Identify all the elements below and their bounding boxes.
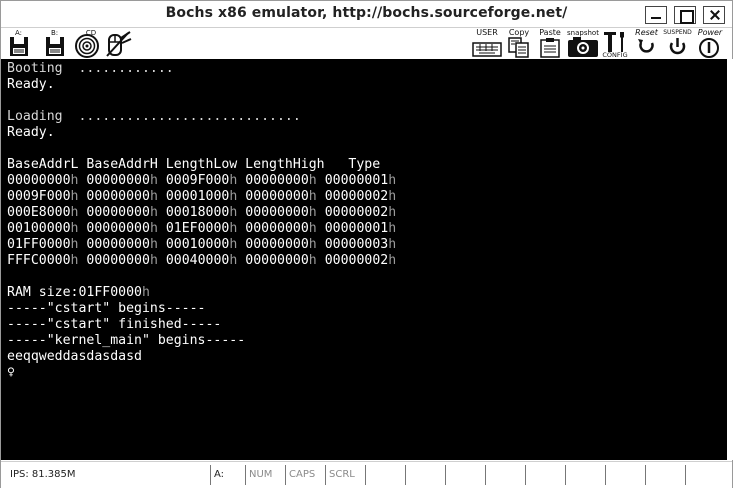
console-line: 0009F000h 00000000h 00001000h 00000000h … <box>7 189 397 204</box>
window-title: Bochs x86 emulator, http://bochs.sourcef… <box>165 5 568 21</box>
close-button[interactable] <box>703 6 725 24</box>
console-line: -----"kernel_main" begins----- <box>7 333 246 348</box>
minimize-icon <box>646 7 666 23</box>
console-line: Loading ............................ <box>7 109 301 124</box>
camera-icon <box>568 37 598 57</box>
floppy-disk-icon <box>46 37 64 56</box>
status-slot-1 <box>365 465 405 485</box>
close-icon <box>704 7 724 23</box>
mouse-icon <box>106 31 132 57</box>
console-line: FFFC0000h 00000000h 00040000h 00000000h … <box>7 253 397 268</box>
console-line: Booting ............ <box>7 61 174 76</box>
copy-icon <box>508 37 529 58</box>
console-line: 00000000h 00000000h 0009F000h 00000000h … <box>7 173 397 188</box>
snapshot-button[interactable]: snapshot <box>565 29 601 59</box>
cdrom-button[interactable]: CD <box>73 29 103 59</box>
console-line: Ready. <box>7 77 55 92</box>
config-button[interactable]: CONFIG <box>601 29 629 59</box>
status-slot-6 <box>565 465 605 485</box>
console-line: Ready. <box>7 125 55 140</box>
power-button[interactable]: Power <box>693 29 727 59</box>
cdrom-disc-icon <box>75 34 99 58</box>
user-button[interactable]: USER <box>470 29 504 59</box>
suspend-icon <box>669 38 686 55</box>
status-slot-2 <box>405 465 445 485</box>
console-line: 000E8000h 00000000h 00018000h 00000000h … <box>7 205 397 220</box>
keyboard-icon <box>472 42 502 57</box>
scroll-lock-indicator: SCRL <box>325 465 365 485</box>
floppy-a-button[interactable]: A: <box>5 29 35 59</box>
status-bar: IPS: 81.385M A: NUM CAPS SCRL <box>1 461 732 488</box>
suspend-button[interactable]: SUSPEND <box>662 29 693 59</box>
console-line: ♀ <box>7 365 15 380</box>
floppy-disk-icon <box>10 37 28 56</box>
console-line: -----"cstart" begins----- <box>7 301 206 316</box>
status-slot-5 <box>525 465 565 485</box>
power-icon <box>699 38 719 58</box>
drive-indicator: A: <box>210 465 246 485</box>
maximize-icon <box>675 7 695 24</box>
bochs-window: Bochs x86 emulator, http://bochs.sourcef… <box>0 0 733 488</box>
copy-button[interactable]: Copy <box>505 29 533 59</box>
status-slot-8 <box>645 465 685 485</box>
mouse-capture-button[interactable] <box>104 29 134 59</box>
console-line: BaseAddrL BaseAddrH LengthLow LengthHigh… <box>7 157 381 172</box>
minimize-button[interactable] <box>645 6 667 24</box>
console-line: 01FF0000h 00000000h 00010000h 00000000h … <box>7 237 397 252</box>
console-line: RAM size:01FF0000h <box>7 285 150 300</box>
status-slot-7 <box>605 465 645 485</box>
ips-indicator: IPS: 81.385M <box>10 469 76 480</box>
console-output: Booting ............ Ready. Loading .....… <box>7 61 396 381</box>
paste-clipboard-icon <box>540 38 560 58</box>
maximize-button[interactable] <box>674 6 696 24</box>
num-lock-indicator: NUM <box>245 465 285 485</box>
paste-button[interactable]: Paste <box>535 29 565 59</box>
toolbar: A: B: CD USER Copy Paste snapshot CONFIG… <box>1 29 732 59</box>
reset-icon <box>638 39 654 53</box>
emulator-display[interactable]: Booting ............ Ready. Loading .....… <box>1 59 727 460</box>
floppy-b-button[interactable]: B: <box>41 29 71 59</box>
caps-lock-indicator: CAPS <box>285 465 325 485</box>
console-line: -----"cstart" finished----- <box>7 317 222 332</box>
reset-button[interactable]: Reset <box>631 29 662 59</box>
title-bar[interactable]: Bochs x86 emulator, http://bochs.sourcef… <box>1 1 732 28</box>
status-slot-9 <box>685 465 725 485</box>
console-line: 00100000h 00000000h 01EF0000h 00000000h … <box>7 221 397 236</box>
status-slot-3 <box>445 465 485 485</box>
console-line: eeqqweddasdasdasd <box>7 349 142 364</box>
status-slot-4 <box>485 465 525 485</box>
display-scrollbar <box>727 59 733 460</box>
config-label: CONFIG <box>602 51 628 59</box>
